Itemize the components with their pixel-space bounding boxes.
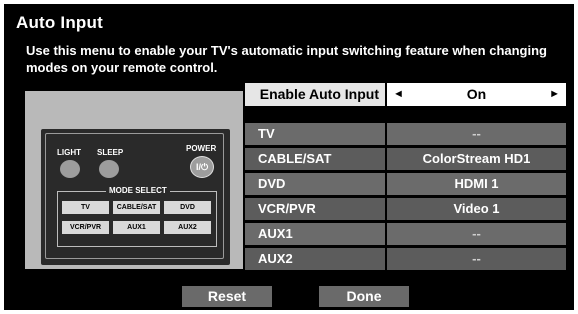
input-value-aux1[interactable]: -- (387, 223, 566, 245)
enable-auto-input-row[interactable]: Enable Auto Input ◄ On ► (245, 83, 566, 106)
input-label-cable-sat: CABLE/SAT (245, 148, 385, 170)
page-title: Auto Input (16, 13, 103, 32)
power-icon: I/⏻ (190, 156, 214, 178)
light-label: LIGHT (57, 148, 81, 157)
power-label: POWER (186, 144, 217, 153)
input-label-aux2: AUX2 (245, 248, 385, 270)
input-label-dvd: DVD (245, 173, 385, 195)
mode-button-cable-sat: CABLE/SAT (113, 201, 160, 214)
input-row-cable-sat[interactable]: CABLE/SAT ColorStream HD1 (245, 148, 566, 170)
input-label-aux1: AUX1 (245, 223, 385, 245)
enable-auto-input-value: On (466, 86, 487, 102)
mode-button-aux2: AUX2 (164, 221, 211, 234)
input-row-vcr-pvr[interactable]: VCR/PVR Video 1 (245, 198, 566, 220)
input-label-vcr-pvr: VCR/PVR (245, 198, 385, 220)
done-button[interactable]: Done (319, 286, 409, 307)
right-arrow-icon[interactable]: ► (549, 83, 560, 106)
sleep-button-graphic (99, 160, 119, 178)
input-label-tv: TV (245, 123, 385, 145)
sleep-label: SLEEP (97, 148, 124, 157)
mode-button-vcr-pvr: VCR/PVR (62, 221, 109, 234)
input-value-aux2[interactable]: -- (387, 248, 566, 270)
remote-inner-frame: LIGHT SLEEP POWER I/⏻ MODE SELECT TV CAB… (45, 133, 224, 259)
input-value-dvd[interactable]: HDMI 1 (387, 173, 566, 195)
input-value-cable-sat[interactable]: ColorStream HD1 (387, 148, 566, 170)
light-button-graphic (60, 160, 80, 178)
remote-body: LIGHT SLEEP POWER I/⏻ MODE SELECT TV CAB… (41, 129, 230, 265)
reset-button[interactable]: Reset (182, 286, 272, 307)
mode-select-group: MODE SELECT TV CABLE/SAT DVD VCR/PVR AUX… (57, 186, 217, 247)
enable-auto-input-label: Enable Auto Input (245, 83, 385, 106)
left-arrow-icon[interactable]: ◄ (393, 83, 404, 106)
remote-illustration: LIGHT SLEEP POWER I/⏻ MODE SELECT TV CAB… (25, 91, 243, 269)
page-description: Use this menu to enable your TV's automa… (26, 43, 547, 75)
mode-select-label: MODE SELECT (106, 186, 170, 195)
input-row-aux2[interactable]: AUX2 -- (245, 248, 566, 270)
enable-auto-input-selector[interactable]: ◄ On ► (387, 83, 566, 106)
screen: Auto Input Use this menu to enable your … (0, 0, 578, 314)
mode-button-aux1: AUX1 (113, 221, 160, 234)
input-row-tv[interactable]: TV -- (245, 123, 566, 145)
input-row-aux1[interactable]: AUX1 -- (245, 223, 566, 245)
input-value-vcr-pvr[interactable]: Video 1 (387, 198, 566, 220)
input-value-tv[interactable]: -- (387, 123, 566, 145)
input-row-dvd[interactable]: DVD HDMI 1 (245, 173, 566, 195)
mode-button-dvd: DVD (164, 201, 211, 214)
mode-button-tv: TV (62, 201, 109, 214)
